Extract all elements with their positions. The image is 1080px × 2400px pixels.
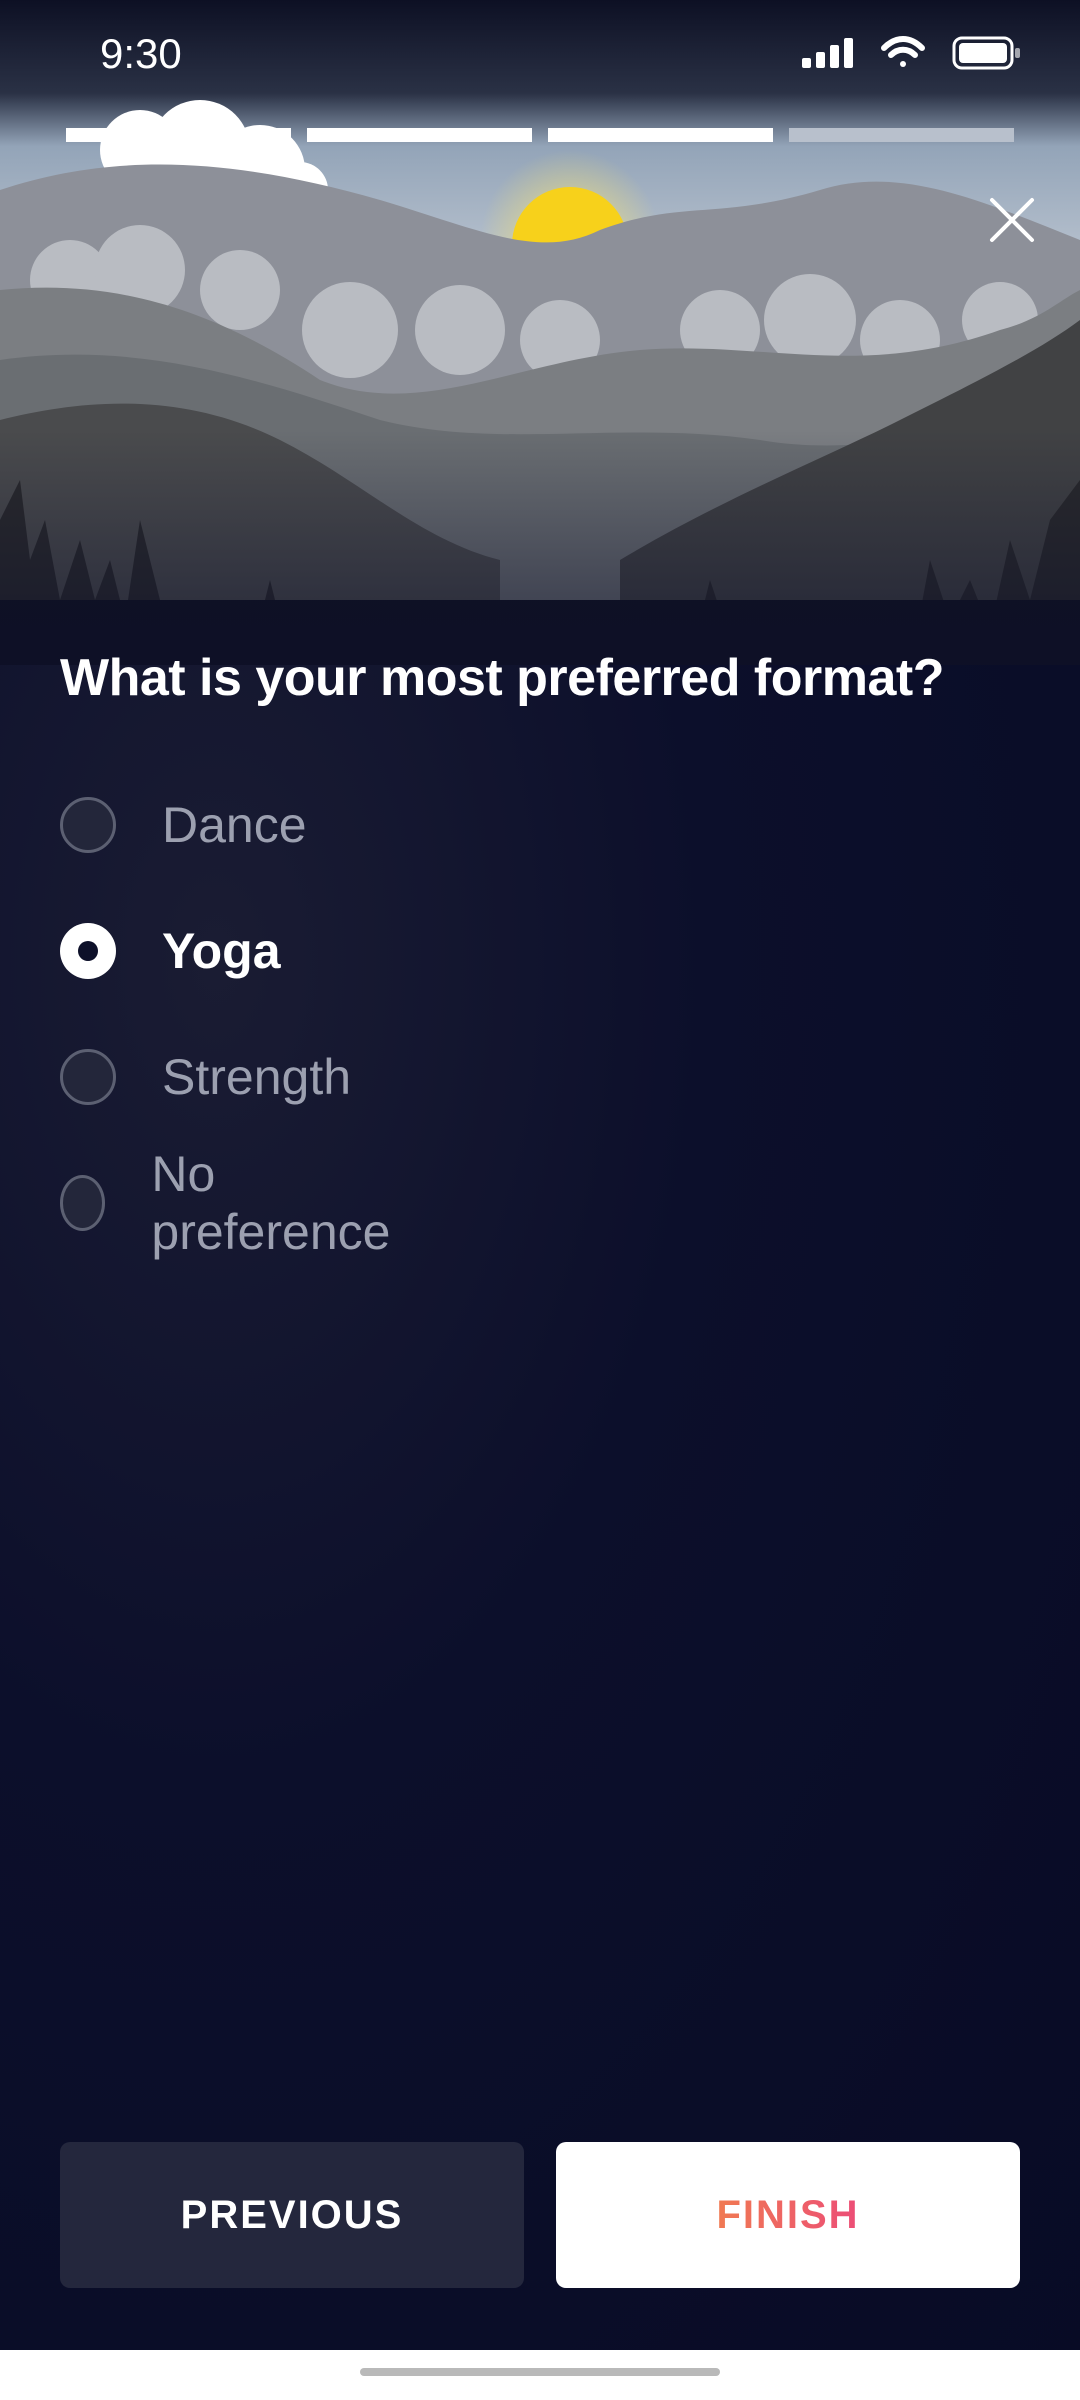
radio-button[interactable] [60, 1175, 106, 1231]
progress-step [307, 128, 532, 142]
progress-indicator [66, 128, 1014, 142]
option-yoga[interactable]: Yoga [60, 916, 281, 986]
close-button[interactable] [984, 192, 1040, 248]
progress-step [66, 128, 291, 142]
radio-button[interactable] [60, 797, 116, 853]
wifi-icon [880, 36, 926, 75]
option-no-preference[interactable]: No preference [60, 1146, 401, 1260]
close-icon [990, 198, 1034, 242]
progress-step [789, 128, 1014, 142]
option-label: No preference [151, 1146, 391, 1260]
finish-button[interactable]: FINISH [556, 2142, 1020, 2288]
radio-button[interactable] [60, 1049, 116, 1105]
status-bar: 9:30 [0, 0, 1080, 112]
question-title: What is your most preferred format? [60, 649, 944, 707]
signal-icon [802, 38, 854, 73]
battery-icon [952, 36, 1022, 75]
progress-step [548, 128, 773, 142]
previous-button-label: PREVIOUS [180, 2192, 404, 2237]
option-strength[interactable]: Strength [60, 1042, 351, 1112]
finish-button-label: FINISH [716, 2192, 860, 2237]
status-time: 9:30 [100, 30, 182, 77]
previous-button[interactable]: PREVIOUS [60, 2142, 524, 2288]
option-label: Yoga [162, 923, 281, 979]
option-label: Dance [162, 797, 307, 853]
option-dance[interactable]: Dance [60, 790, 307, 860]
option-label: Strength [162, 1049, 352, 1105]
radio-button-selected[interactable] [60, 923, 116, 979]
home-indicator[interactable] [360, 2368, 720, 2376]
onboarding-screen: 9:30 What is your most preferred format?… [0, 0, 1080, 2400]
